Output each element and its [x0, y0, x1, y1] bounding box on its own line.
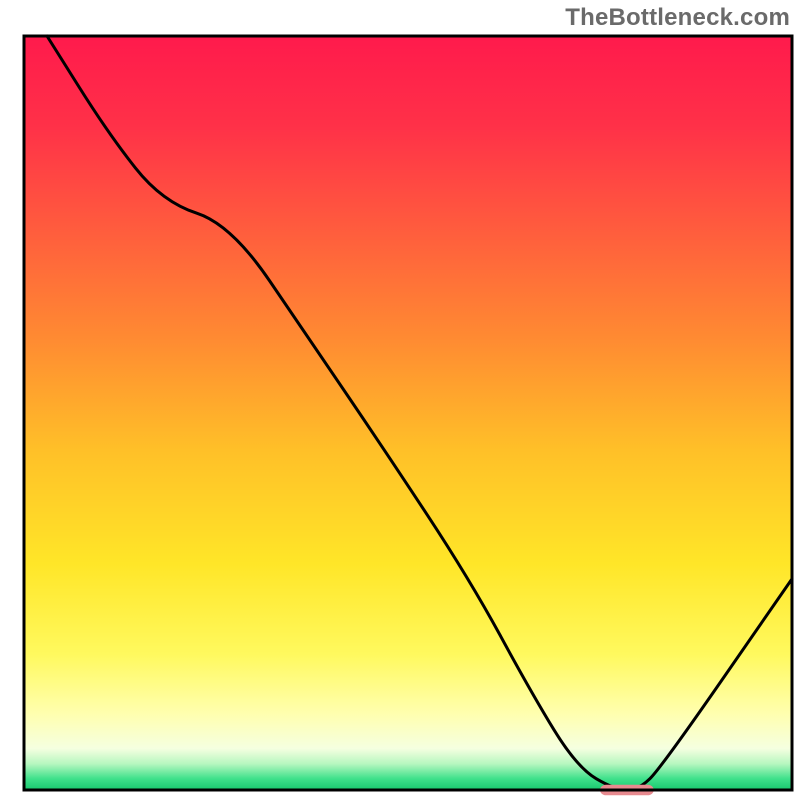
plot-background [24, 36, 792, 790]
bottleneck-chart [0, 0, 800, 800]
